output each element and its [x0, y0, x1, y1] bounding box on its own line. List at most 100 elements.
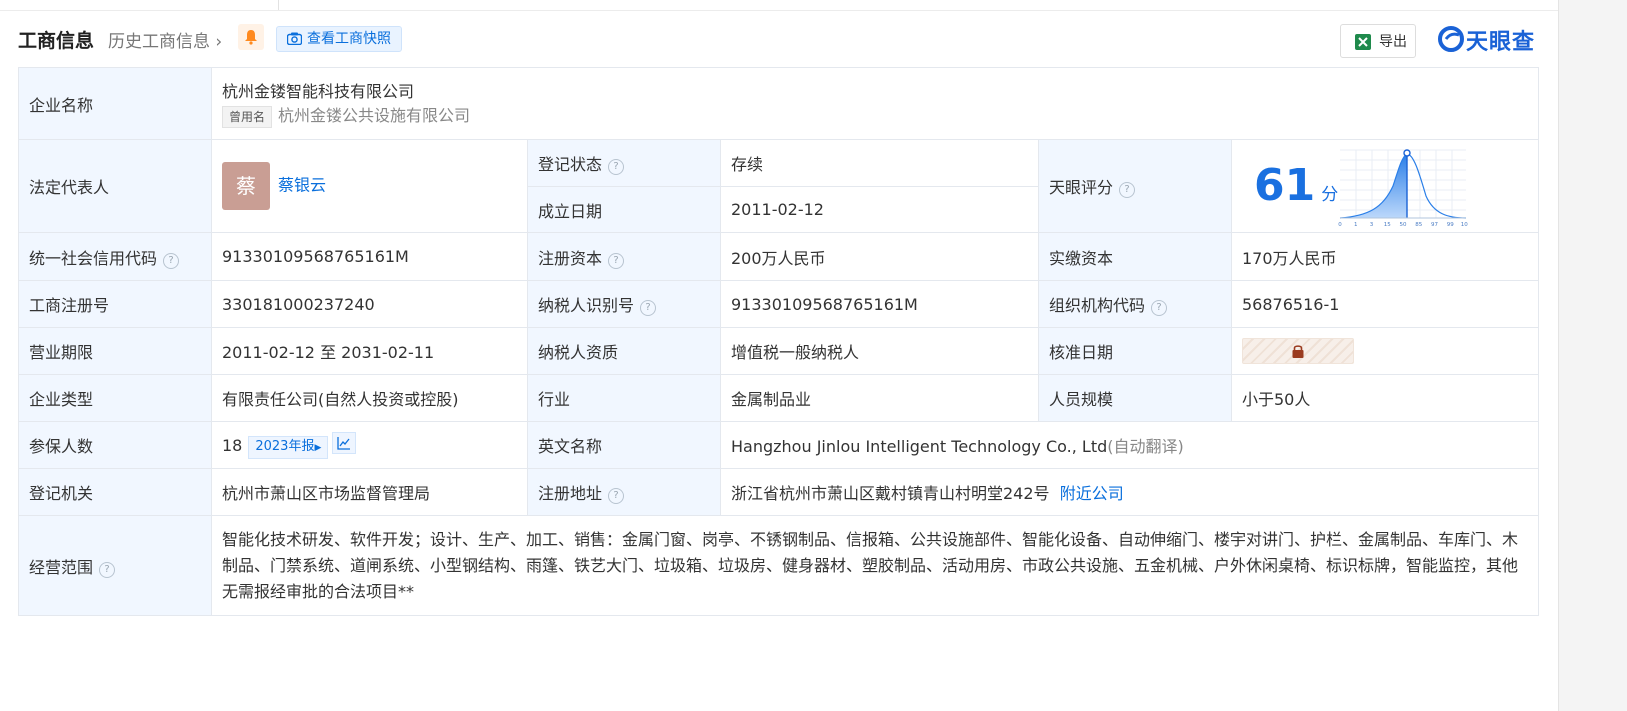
- status-value: 存续: [720, 139, 1039, 187]
- score-tick-label: 1: [1354, 222, 1358, 228]
- chevron-right-icon: ›: [215, 32, 223, 52]
- industry-label: 行业: [527, 374, 721, 422]
- score-label: 天眼评分: [1049, 178, 1114, 197]
- approve-value-cell: [1230, 327, 1540, 375]
- taxid-label: 纳税人识别号: [538, 296, 635, 315]
- founded-label: 成立日期: [527, 186, 721, 233]
- authority-label: 登记机关: [18, 468, 212, 516]
- avatar[interactable]: 蔡: [222, 162, 270, 210]
- former-name: 杭州金镂公共设施有限公司: [278, 105, 471, 125]
- type-label: 企业类型: [18, 374, 212, 422]
- score-tick-label: 0: [1338, 222, 1342, 228]
- brand-name: 天眼查: [1466, 30, 1536, 55]
- staff-value: 小于50人: [1230, 374, 1540, 422]
- help-icon[interactable]: ?: [1119, 182, 1136, 198]
- company-name-label: 企业名称: [18, 67, 212, 140]
- credit-label: 统一社会信用代码: [29, 248, 158, 268]
- score-cell[interactable]: 61分 0 1 3 15 50 85 97 99 100: [1230, 139, 1540, 233]
- status-label-cell: 登记状态?: [527, 139, 721, 187]
- legal-rep-cell: 蔡蔡银云: [211, 139, 528, 233]
- credit-label-cell: 统一社会信用代码?: [18, 232, 212, 281]
- insured-value: 18: [222, 435, 243, 455]
- export-button[interactable]: 导出: [1340, 24, 1416, 58]
- authority-value: 杭州市萧山区市场监督管理局: [211, 468, 528, 516]
- camera-icon: [287, 32, 302, 45]
- main-panel: 工商信息 历史工商信息 › 查看工商快照 导出 天眼查 企业名称 杭州金镂智能科…: [0, 0, 1558, 711]
- score-tick-label: 100: [1461, 222, 1468, 228]
- address-value: 浙江省杭州市萧山区戴村镇青山村明堂242号: [731, 484, 1050, 503]
- table-row: 工商注册号 330181000237240 纳税人识别号? 9133010956…: [18, 280, 1540, 328]
- term-label: 营业期限: [18, 327, 212, 375]
- excel-icon: [1355, 34, 1371, 50]
- term-value: 2011-02-12 至 2031-02-11: [211, 327, 528, 375]
- table-row: 企业名称 杭州金镂智能科技有限公司 曾用名 杭州金镂公共设施有限公司: [18, 67, 1540, 140]
- table-row: 法定代表人 蔡蔡银云 登记状态? 存续 天眼评分? 61 分 0 1 3 15 …: [18, 139, 1540, 233]
- orgcode-label: 组织机构代码: [1049, 296, 1146, 315]
- orgcode-label-cell: 组织机构代码?: [1038, 280, 1232, 328]
- paid-label: 实缴资本: [1038, 232, 1232, 281]
- english-value: Hangzhou Jinlou Intelligent Technology C…: [731, 437, 1108, 456]
- score-distribution-chart: 0 1 3 15 50 85 97 99 100: [1338, 149, 1468, 228]
- status-label: 登记状态: [538, 155, 603, 174]
- history-link[interactable]: 历史工商信息 ›: [108, 27, 222, 52]
- capital-value: 200万人民币: [720, 232, 1039, 281]
- scope-value: 智能化技术研发、软件开发；设计、生产、加工、销售：金属门窗、岗亭、不锈钢制品、信…: [210, 515, 1540, 616]
- address-label-cell: 注册地址?: [527, 468, 721, 516]
- line-chart-icon: [337, 436, 351, 450]
- right-gutter: [1558, 0, 1627, 711]
- credit-value[interactable]: 91330109568765161M: [211, 232, 528, 281]
- trend-chart-button[interactable]: [332, 431, 357, 454]
- help-icon[interactable]: ?: [1151, 300, 1168, 316]
- scope-label-cell: 经营范围?: [18, 515, 212, 616]
- help-icon[interactable]: ?: [163, 252, 180, 269]
- taxqual-label: 纳税人资质: [527, 327, 721, 375]
- paid-value: 170万人民币: [1230, 232, 1540, 281]
- legal-rep-label: 法定代表人: [18, 139, 212, 233]
- top-tab-segment[interactable]: [0, 0, 279, 10]
- insured-label: 参保人数: [18, 421, 212, 469]
- type-value: 有限责任公司(自然人投资或控股): [211, 374, 528, 422]
- score-tick-label: 50: [1400, 222, 1407, 228]
- taxid-value[interactable]: 91330109568765161M: [720, 280, 1039, 328]
- score-tick-label: 15: [1384, 222, 1391, 228]
- english-cell: Hangzhou Jinlou Intelligent Technology C…: [719, 421, 1540, 469]
- company-name[interactable]: 杭州金镂智能科技有限公司: [222, 80, 1528, 104]
- help-icon[interactable]: ?: [608, 252, 625, 269]
- score-tick-label: 3: [1370, 222, 1374, 228]
- scope-label: 经营范围: [29, 557, 94, 577]
- section-title: 工商信息: [18, 30, 95, 52]
- help-icon[interactable]: ?: [608, 159, 625, 175]
- score-marker: [1403, 149, 1411, 157]
- help-icon[interactable]: ?: [608, 488, 625, 504]
- approve-label: 核准日期: [1038, 327, 1232, 375]
- snapshot-button[interactable]: 查看工商快照: [276, 26, 402, 52]
- export-label: 导出: [1379, 34, 1407, 50]
- score-tick-label: 97: [1431, 222, 1438, 228]
- score-unit: 分: [1321, 185, 1339, 205]
- taxqual-value: 增值税一般纳税人: [720, 327, 1039, 375]
- english-label: 英文名称: [527, 421, 721, 469]
- founded-value: 2011-02-12: [720, 186, 1039, 233]
- former-name-tag: 曾用名: [222, 105, 273, 128]
- orgcode-value[interactable]: 56876516-1: [1230, 280, 1540, 328]
- help-icon[interactable]: ?: [640, 300, 657, 316]
- table-row: 营业期限 2011-02-12 至 2031-02-11 纳税人资质 增值税一般…: [18, 327, 1540, 375]
- history-label: 历史工商信息: [108, 32, 210, 52]
- annual-report-button[interactable]: 2023年报▶: [248, 435, 329, 459]
- nearby-companies-link[interactable]: 附近公司: [1060, 484, 1124, 503]
- taxid-label-cell: 纳税人识别号?: [527, 280, 721, 328]
- locked-field[interactable]: [1242, 338, 1354, 364]
- caret-right-icon: ▶: [314, 442, 322, 453]
- legal-rep-link[interactable]: 蔡银云: [278, 176, 326, 195]
- regno-value[interactable]: 330181000237240: [211, 280, 528, 328]
- table-row: 登记机关 杭州市萧山区市场监督管理局 注册地址? 浙江省杭州市萧山区戴村镇青山村…: [18, 468, 1540, 516]
- staff-label: 人员规模: [1038, 374, 1232, 422]
- score-area: [1340, 154, 1407, 218]
- monitor-bell-button[interactable]: [238, 24, 264, 50]
- company-name-cell: 杭州金镂智能科技有限公司 曾用名 杭州金镂公共设施有限公司: [210, 67, 1540, 140]
- table-row: 企业类型 有限责任公司(自然人投资或控股) 行业 金属制品业 人员规模 小于50…: [18, 374, 1540, 422]
- snapshot-label: 查看工商快照: [307, 31, 391, 47]
- bell-icon: [245, 30, 257, 45]
- help-icon[interactable]: ?: [99, 561, 116, 578]
- score-tick-label: 85: [1415, 222, 1422, 228]
